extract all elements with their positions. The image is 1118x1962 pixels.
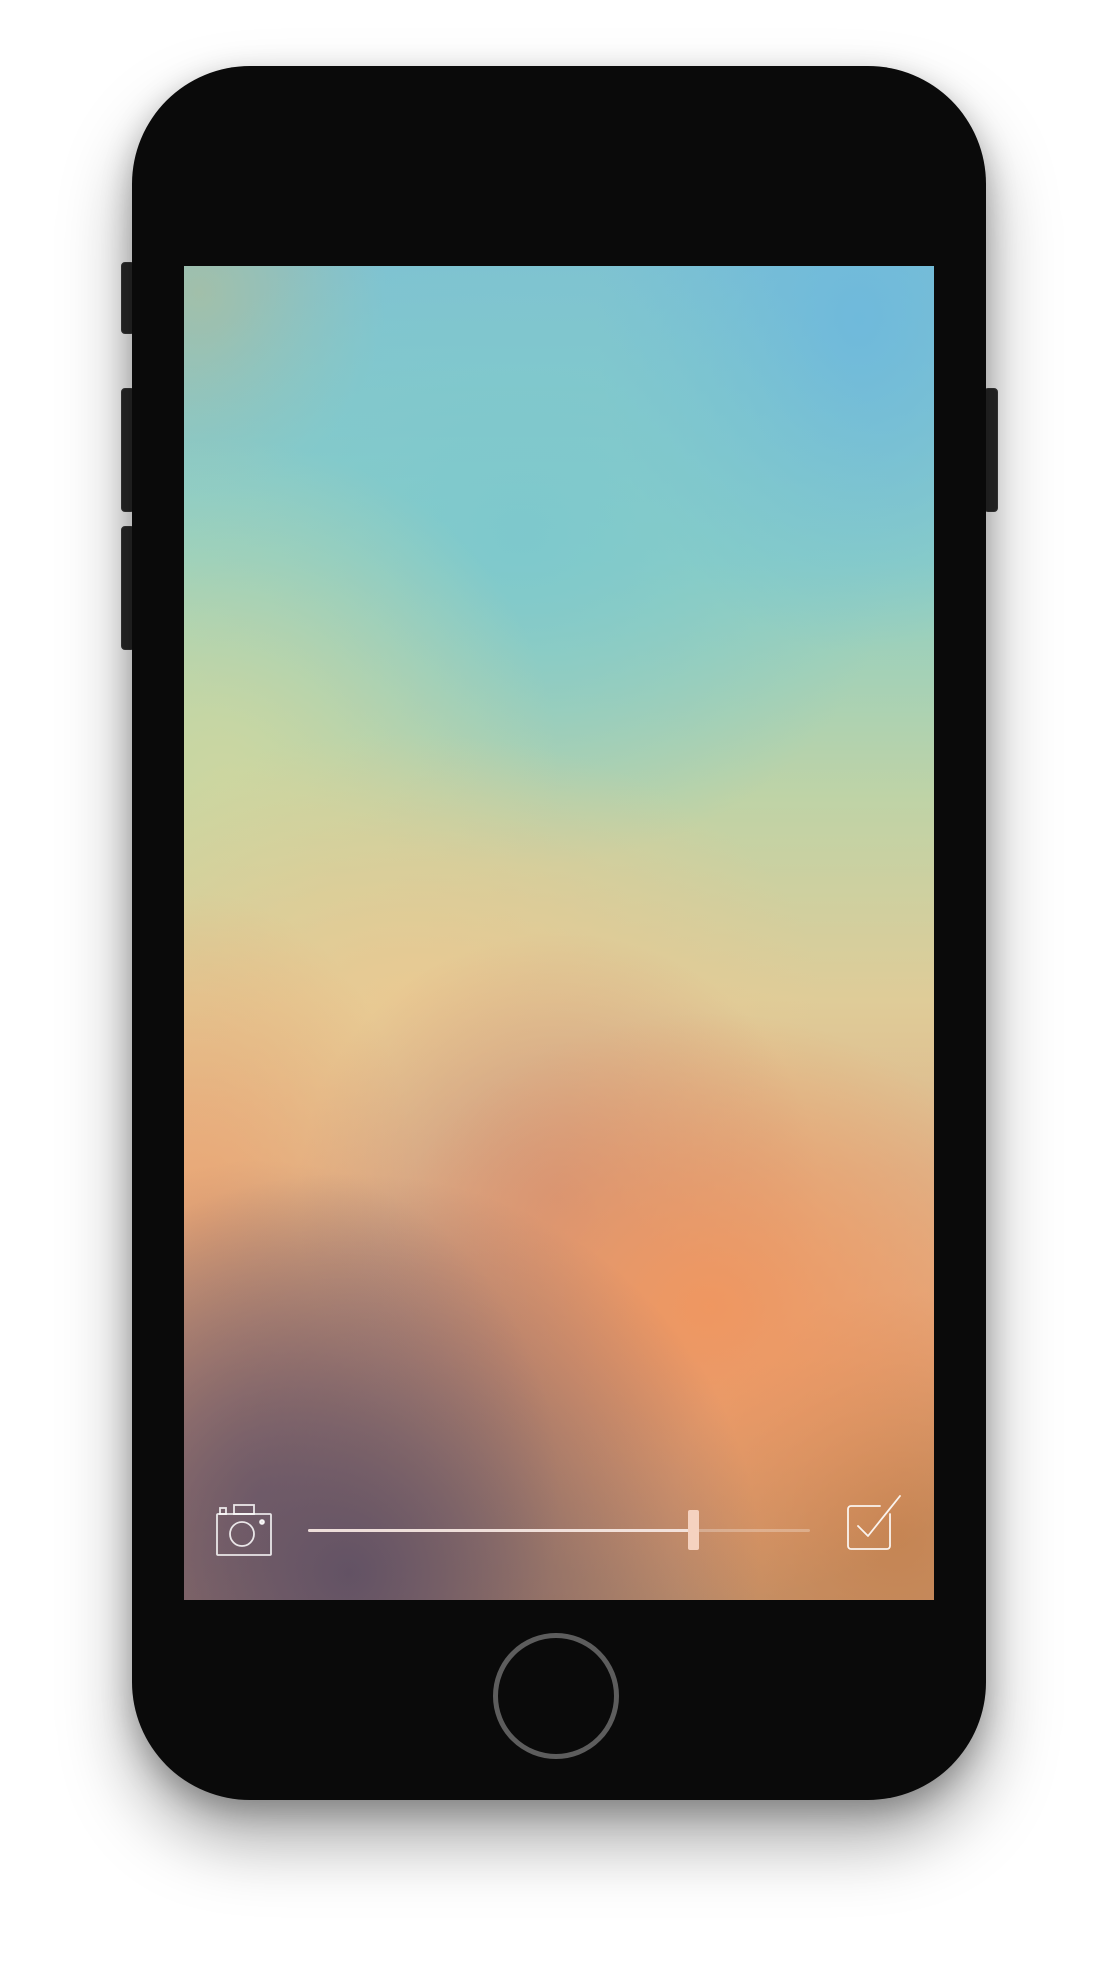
camera-button[interactable] [214, 1502, 274, 1558]
done-button[interactable] [844, 1492, 904, 1554]
device-mockup [0, 0, 1118, 1962]
phone-screen [184, 266, 934, 1600]
slider-fill [308, 1529, 694, 1532]
home-button[interactable] [493, 1633, 619, 1759]
slider-thumb[interactable] [688, 1510, 700, 1550]
power-button[interactable] [984, 388, 998, 512]
adjustment-slider[interactable] [308, 1510, 810, 1550]
bottom-toolbar [184, 1480, 934, 1600]
camera-icon [216, 1504, 272, 1556]
checkbox-checked-icon [847, 1495, 901, 1550]
